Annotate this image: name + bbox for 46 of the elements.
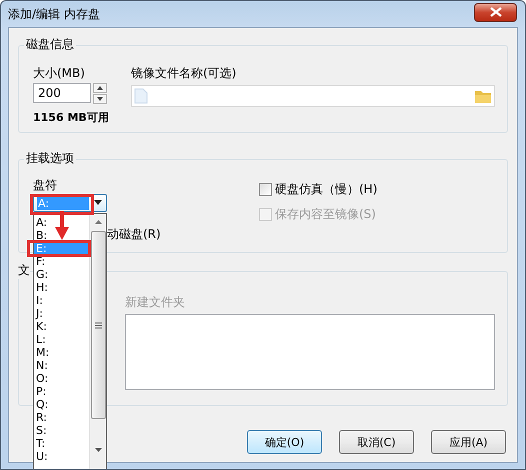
dropdown-item[interactable]: H:	[34, 281, 89, 294]
scroll-up-icon	[94, 219, 102, 225]
dropdown-item[interactable]: G:	[34, 268, 89, 281]
group-title: 挂载选项	[24, 150, 76, 167]
dropdown-item[interactable]: K:	[34, 320, 89, 333]
grip-icon	[94, 322, 102, 328]
group-title: 文	[18, 262, 30, 279]
available-space: 1156 MB可用	[33, 110, 110, 125]
checkbox-label[interactable]: 动磁盘(R)	[107, 226, 259, 243]
dropdown-item[interactable]: N:	[34, 359, 89, 372]
dropdown-item[interactable]: U:	[34, 450, 89, 463]
dropdown-item[interactable]: R:	[34, 411, 89, 424]
close-icon	[490, 7, 502, 17]
scroll-thumb[interactable]	[90, 231, 106, 419]
dialog-button[interactable]: 取消(C)	[339, 430, 414, 454]
window-title: 添加/编辑 内存盘	[8, 6, 100, 22]
drive-label: 盘符	[33, 177, 58, 193]
image-file-field[interactable]	[131, 85, 495, 107]
checkbox-option[interactable]: 硬盘仿真（慢）(H)	[259, 181, 378, 198]
close-button[interactable]	[474, 2, 517, 22]
dropdown-item[interactable]: B:	[34, 229, 89, 242]
size-field[interactable]: 200	[33, 83, 91, 103]
scrollbar[interactable]	[89, 214, 106, 469]
image-label: 镜像文件名称(可选)	[131, 65, 238, 81]
dropdown-item[interactable]: S:	[34, 424, 89, 437]
scroll-down-icon	[94, 447, 102, 453]
dropdown-item[interactable]: F:	[34, 255, 89, 268]
dropdown-item[interactable]: P:	[34, 385, 89, 398]
file-icon	[134, 88, 148, 104]
dropdown-item[interactable]: A:	[34, 216, 89, 229]
dropdown-item[interactable]: Q:	[34, 398, 89, 411]
size-label: 大小(MB)	[33, 65, 86, 81]
folder-icon[interactable]	[474, 88, 492, 104]
dropdown-item[interactable]: T:	[34, 437, 89, 450]
dropdown-item[interactable]: L:	[34, 333, 89, 346]
dropdown-item[interactable]: O:	[34, 372, 89, 385]
dropdown-item[interactable]: J:	[34, 307, 89, 320]
dialog-button[interactable]: 应用(A)	[431, 430, 506, 454]
dropdown-arrow-icon	[93, 200, 103, 206]
new-folder-label: 新建文件夹	[125, 294, 186, 310]
dialog-button[interactable]: 确定(O)	[247, 430, 322, 454]
spin-buttons[interactable]	[93, 83, 107, 104]
group-title: 磁盘信息	[24, 36, 76, 53]
dropdown-item[interactable]: M:	[34, 346, 89, 359]
dropdown-item[interactable]: I:	[34, 294, 89, 307]
folder-text-area[interactable]	[125, 314, 495, 390]
